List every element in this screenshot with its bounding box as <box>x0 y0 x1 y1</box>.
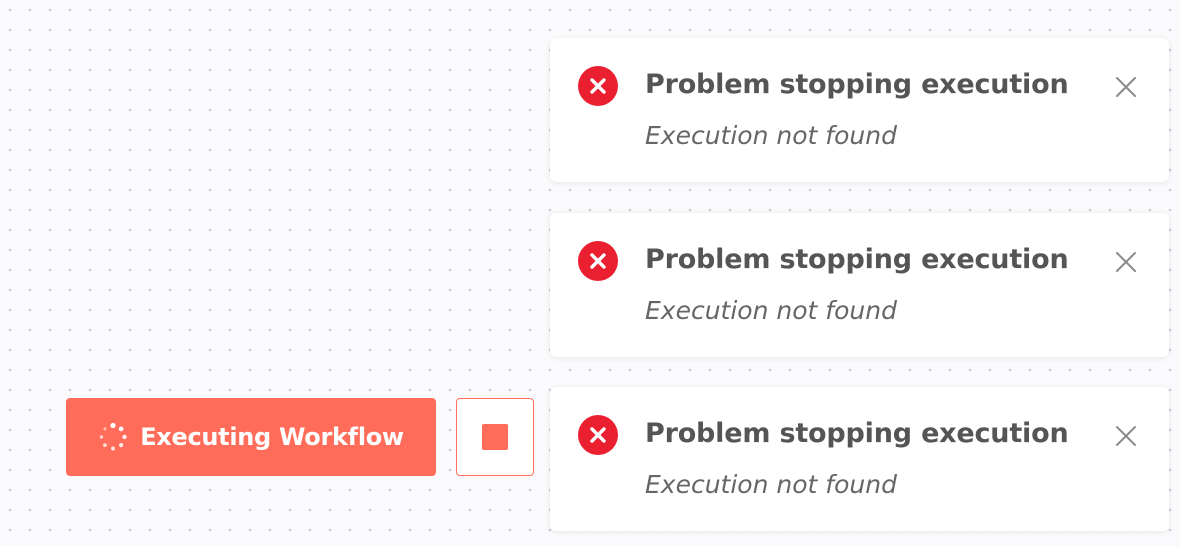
notification-message: Execution not found <box>645 470 897 499</box>
execute-workflow-button[interactable]: Executing Workflow <box>66 398 436 476</box>
close-icon[interactable] <box>1113 423 1139 449</box>
notification-message: Execution not found <box>645 296 897 325</box>
error-circle-icon <box>578 415 618 455</box>
spinner-icon <box>98 422 128 452</box>
notification-message: Execution not found <box>645 121 897 150</box>
close-icon[interactable] <box>1113 74 1139 100</box>
error-circle-icon <box>578 66 618 106</box>
notification-title: Problem stopping execution <box>645 244 1069 275</box>
error-notification: Problem stopping execution Execution not… <box>550 213 1169 357</box>
error-notification: Problem stopping execution Execution not… <box>550 38 1169 182</box>
execute-workflow-label: Executing Workflow <box>140 423 404 451</box>
error-notification: Problem stopping execution Execution not… <box>550 387 1169 531</box>
error-circle-icon <box>578 241 618 281</box>
notification-title: Problem stopping execution <box>645 418 1069 449</box>
close-icon[interactable] <box>1113 249 1139 275</box>
stop-icon <box>482 424 508 450</box>
notification-title: Problem stopping execution <box>645 69 1069 100</box>
stop-execution-button[interactable] <box>456 398 534 476</box>
